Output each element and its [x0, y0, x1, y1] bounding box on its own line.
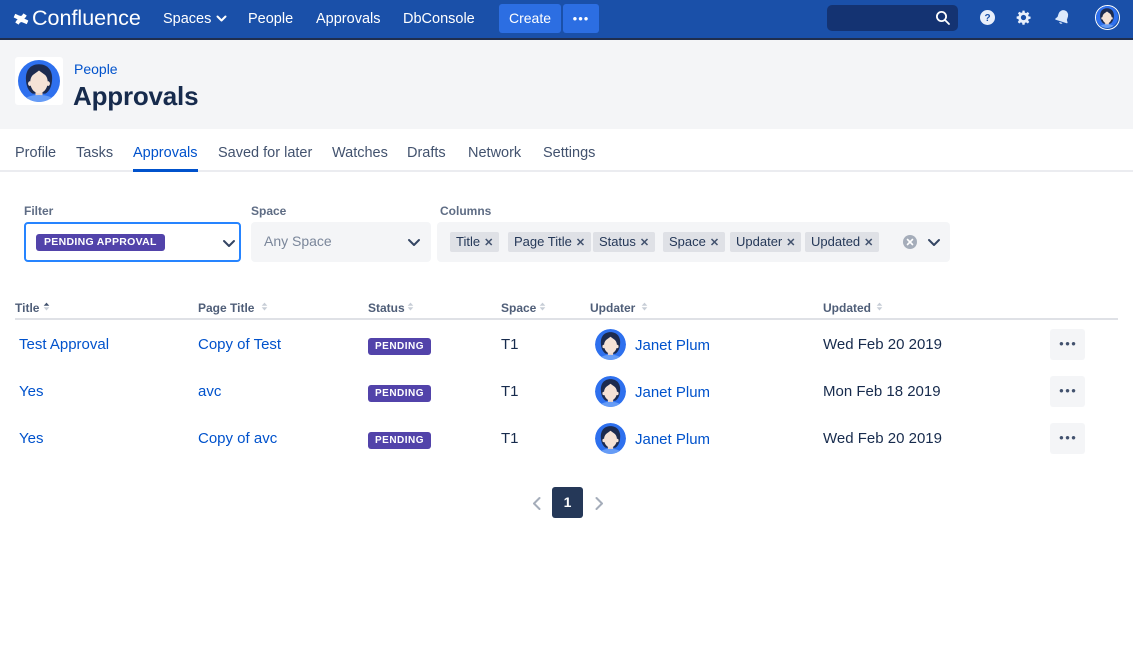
svg-text:?: ? [984, 13, 990, 24]
